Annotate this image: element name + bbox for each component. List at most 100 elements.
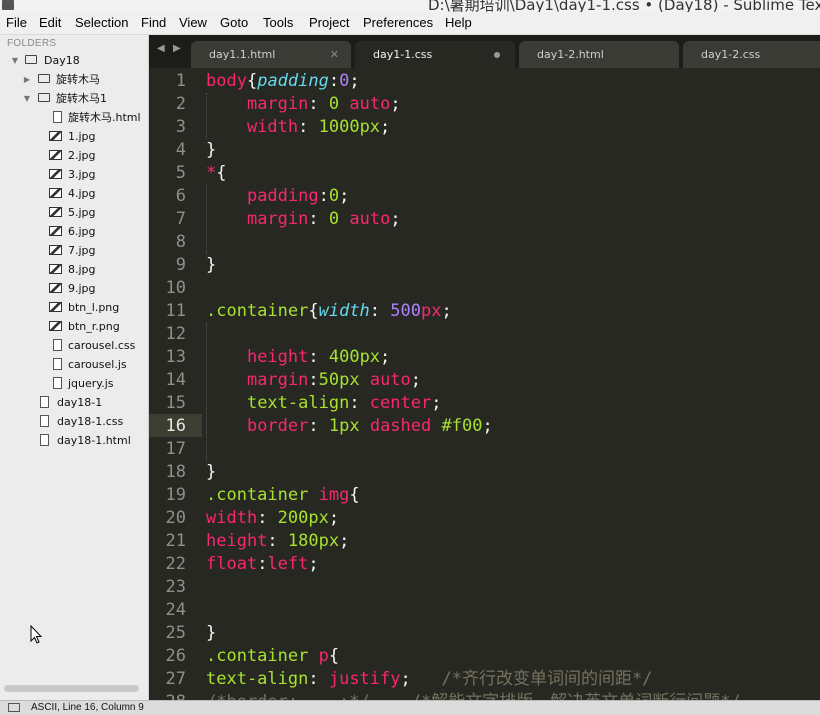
code-line: height: 180px; — [206, 531, 350, 551]
menu-view[interactable]: View — [179, 14, 207, 32]
tree-item-label: day18-1.html — [57, 434, 131, 447]
tree-item-label: carousel.css — [68, 339, 136, 352]
mouse-pointer-icon — [30, 625, 43, 644]
tree-item-label: 9.jpg — [68, 282, 96, 295]
file-icon — [53, 339, 62, 351]
tree-item-file[interactable]: btn_l.png — [0, 298, 148, 317]
code-line: .container img{ — [206, 485, 360, 505]
image-file-icon — [49, 188, 62, 198]
folders-label: FOLDERS — [7, 38, 57, 49]
line-number: 18 — [165, 462, 186, 482]
tree-item-label: 8.jpg — [68, 263, 96, 276]
code-line: } — [206, 462, 217, 482]
menu-goto[interactable]: Goto — [220, 14, 248, 32]
tree-item-file[interactable]: 7.jpg — [0, 241, 148, 260]
tree-item-file[interactable]: btn_r.png — [0, 317, 148, 336]
menu-tools[interactable]: Tools — [263, 14, 293, 32]
menu-help[interactable]: Help — [445, 14, 472, 32]
status-text: ASCII, Line 16, Column 9 — [31, 702, 144, 713]
code-line: height: 400px; — [246, 347, 391, 367]
image-file-icon — [49, 207, 62, 217]
tree-item-file[interactable]: carousel.css — [0, 336, 148, 355]
tree-item-file[interactable]: 旋转木马.html — [0, 108, 148, 127]
line-number: 25 — [165, 623, 186, 643]
image-file-icon — [49, 226, 62, 236]
line-number: 24 — [165, 600, 186, 620]
file-icon — [53, 358, 62, 370]
code-line: } — [206, 623, 217, 643]
image-file-icon — [49, 150, 62, 160]
tab-label: day1-2.css — [701, 48, 761, 61]
tree-item-folder[interactable]: ▼ 旋转木马1 — [0, 89, 148, 108]
sidebar-horizontal-scrollbar[interactable] — [4, 685, 139, 692]
expand-down-icon[interactable]: ▼ — [10, 51, 20, 70]
tree-item-file[interactable]: 6.jpg — [0, 222, 148, 241]
panel-toggle-icon[interactable] — [8, 703, 20, 712]
tab-day1-1-css[interactable]: day1-1.css — [355, 41, 515, 68]
menu-selection[interactable]: Selection — [75, 14, 128, 32]
tree-item-file[interactable]: 8.jpg — [0, 260, 148, 279]
image-file-icon — [49, 321, 62, 331]
tab-prev-icon[interactable]: ◀ — [157, 43, 165, 54]
code-line: *{ — [206, 163, 227, 183]
code-line: body{padding:0; — [206, 71, 360, 91]
tab-day1-2-html[interactable]: day1-2.html — [519, 41, 679, 68]
tree-item-label: carousel.js — [68, 358, 127, 371]
line-number: 10 — [165, 278, 186, 298]
tree-item-file[interactable]: jquery.js — [0, 374, 148, 393]
tree-item-file[interactable]: day18-1.css — [0, 412, 148, 431]
tree-item-file[interactable]: 1.jpg — [0, 127, 148, 146]
sidebar: FOLDERS ▼ Day18 ▶ 旋转木马 ▼ 旋转木马1 旋转木马.html… — [0, 35, 149, 700]
tree-item-file[interactable]: carousel.js — [0, 355, 148, 374]
line-number: 2 — [175, 94, 186, 114]
image-file-icon — [49, 283, 62, 293]
menu-edit[interactable]: Edit — [39, 14, 61, 32]
tree-item-label: 7.jpg — [68, 244, 96, 257]
tree-item-file[interactable]: day18-1 — [0, 393, 148, 412]
tree-item-file[interactable]: day18-1.html — [0, 431, 148, 450]
expand-right-icon[interactable]: ▶ — [22, 70, 32, 89]
line-number: 7 — [175, 209, 186, 229]
tree-item-label: 1.jpg — [68, 130, 96, 143]
tree-item-file[interactable]: 3.jpg — [0, 165, 148, 184]
tab-label: day1.1.html — [209, 48, 276, 61]
tree-item-label: 2.jpg — [68, 149, 96, 162]
tree-root-folder[interactable]: ▼ Day18 — [0, 51, 148, 70]
status-bar: ASCII, Line 16, Column 9 — [0, 700, 820, 715]
tree-item-file[interactable]: 9.jpg — [0, 279, 148, 298]
tree-item-file[interactable]: 5.jpg — [0, 203, 148, 222]
code-line: .container p{ — [206, 646, 340, 666]
close-icon[interactable]: ✕ — [330, 41, 339, 68]
file-icon — [40, 396, 49, 408]
line-number: 14 — [165, 370, 186, 390]
line-number: 15 — [165, 393, 186, 413]
tab-bar: ◀ ▶ day1.1.html ✕ day1-1.css day1-2.html… — [149, 35, 820, 68]
line-number: 3 — [175, 117, 186, 137]
tree-item-label: 旋转木马1 — [56, 92, 107, 105]
image-file-icon — [49, 302, 62, 312]
expand-down-icon[interactable]: ▼ — [22, 89, 32, 108]
tab-day1-1-html[interactable]: day1.1.html ✕ — [191, 41, 351, 68]
menu-project[interactable]: Project — [309, 14, 349, 32]
tree-item-folder[interactable]: ▶ 旋转木马 — [0, 70, 148, 89]
code-line: } — [206, 255, 217, 275]
tree-item-label: Day18 — [44, 54, 80, 67]
menu-find[interactable]: Find — [141, 14, 166, 32]
line-number: 26 — [165, 646, 186, 666]
code-line: float:left; — [206, 554, 319, 574]
line-number: 20 — [165, 508, 186, 528]
menu-bar: File Edit Selection Find View Goto Tools… — [0, 12, 820, 35]
code-line: /*border: ...;*/ /*解能文字排版，解决英文单词断行问题*/ — [206, 691, 741, 700]
file-icon — [53, 111, 62, 123]
file-icon — [40, 415, 49, 427]
tree-item-file[interactable]: 4.jpg — [0, 184, 148, 203]
code-editor[interactable]: 1 2 3 4 5 6 7 8 9 10 11 12 13 14 15 16 1… — [149, 68, 820, 700]
menu-preferences[interactable]: Preferences — [363, 14, 433, 32]
unsaved-dot-icon[interactable] — [494, 52, 500, 58]
tab-day1-2-css[interactable]: day1-2.css — [683, 41, 820, 68]
menu-file[interactable]: File — [6, 14, 27, 32]
tree-item-file[interactable]: 2.jpg — [0, 146, 148, 165]
tab-next-icon[interactable]: ▶ — [173, 43, 181, 54]
tree-item-label: day18-1.css — [57, 415, 124, 428]
line-number: 8 — [175, 232, 186, 252]
